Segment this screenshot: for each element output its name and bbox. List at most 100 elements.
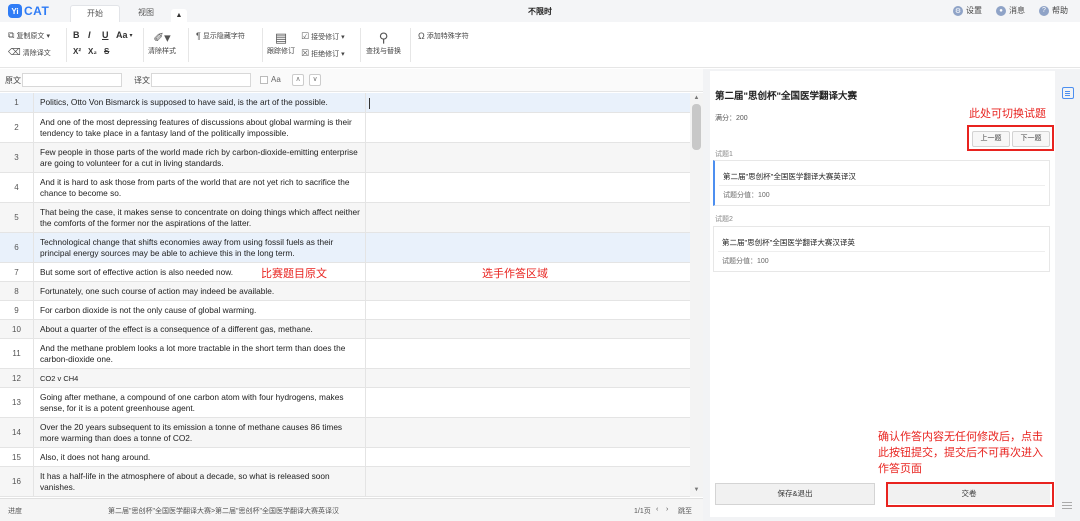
- chevron-down-icon: ▾: [341, 50, 345, 58]
- table-row[interactable]: 13 Going after methane, a compound of on…: [0, 388, 690, 418]
- subscript-button[interactable]: X₂: [88, 47, 97, 56]
- segment-number: 12: [0, 369, 34, 387]
- goto-page-link[interactable]: 跳至: [678, 506, 692, 516]
- help-link[interactable]: ? 帮助: [1039, 5, 1068, 16]
- segment-target-input[interactable]: [365, 388, 690, 417]
- omega-icon: Ω: [418, 31, 425, 41]
- segment-target-input[interactable]: [365, 320, 690, 338]
- logo-text: CAT: [24, 4, 50, 18]
- scroll-up-arrow[interactable]: ▲: [692, 94, 701, 103]
- find-replace-button[interactable]: ⚲ 查找与替换: [366, 30, 401, 56]
- segment-target-input[interactable]: [365, 203, 690, 232]
- status-bar: 进度 第二届"思创杯"全国医学翻译大赛>第二届"思创杯"全国医学翻译大赛英译汉 …: [0, 498, 703, 521]
- segment-target-input[interactable]: [365, 418, 690, 447]
- page-next-icon[interactable]: ›: [666, 506, 668, 513]
- question-card-1[interactable]: 第二届"思创杯"全国医学翻译大赛英译汉 试题分值：100: [713, 160, 1050, 206]
- segment-number: 6: [0, 233, 34, 262]
- segment-target-input[interactable]: [365, 282, 690, 300]
- table-row[interactable]: 10 About a quarter of the effect is a co…: [0, 320, 690, 339]
- messages-link[interactable]: ● 消息: [996, 5, 1025, 16]
- table-row[interactable]: 15 Also, it does not hang around.: [0, 448, 690, 467]
- divider: [360, 28, 361, 62]
- track-changes-button[interactable]: ▤ 跟踪修订: [267, 30, 295, 56]
- annotation-submit-note-1: 确认作答内容无任何修改后，点击: [878, 431, 1043, 443]
- accept-change-button[interactable]: ☑ 接受修订 ▾: [301, 31, 345, 42]
- segment-target-input[interactable]: [365, 233, 690, 262]
- copy-source-button[interactable]: ⧉ 复制原文 ▾: [8, 30, 50, 41]
- copy-icon: ⧉: [8, 30, 15, 40]
- question-score: 试题分值：100: [723, 192, 770, 199]
- menu-icon[interactable]: [1062, 502, 1072, 510]
- reject-change-button[interactable]: ☒ 拒绝修订 ▾: [301, 48, 345, 59]
- segment-source: Technological change that shifts economi…: [40, 236, 334, 258]
- segment-source: It has a half-life in the atmosphere of …: [40, 470, 330, 492]
- strikethrough-button[interactable]: S: [104, 47, 109, 56]
- copy-source-label: 复制原文: [16, 32, 45, 40]
- table-row[interactable]: 11 And the methane problem looks a lot m…: [0, 339, 690, 369]
- checkbox[interactable]: [260, 75, 268, 84]
- panel-toggle-icon[interactable]: [1062, 87, 1074, 99]
- question-title: 第二届"思创杯"全国医学翻译大赛英译汉: [723, 172, 856, 181]
- table-row[interactable]: 2 And one of the most depressing feature…: [0, 113, 690, 143]
- competition-title: 第二届"思创杯"全国医学翻译大赛: [715, 91, 858, 102]
- page-prev-icon[interactable]: ‹: [656, 506, 658, 513]
- show-hidden-label: 显示隐藏字符: [202, 33, 245, 40]
- table-row[interactable]: 12 CO2 v CH4: [0, 369, 690, 388]
- table-row[interactable]: 9 For carbon dioxide is not the only cau…: [0, 301, 690, 320]
- question-card-2[interactable]: 第二届"思创杯"全国医学翻译大赛汉译英 试题分值：100: [713, 226, 1050, 272]
- underline-button[interactable]: U: [102, 30, 109, 40]
- segment-source: About a quarter of the effect is a conse…: [40, 323, 313, 334]
- table-row[interactable]: 14 Over the 20 years subsequent to its e…: [0, 418, 690, 448]
- font-case-button[interactable]: Aa ▾: [116, 30, 133, 40]
- clear-translation-button[interactable]: ⌫ 清除译文: [8, 47, 51, 58]
- special-char-button[interactable]: Ω 添加特殊字符: [418, 31, 469, 41]
- segment-target-input[interactable]: [365, 448, 690, 466]
- table-row[interactable]: 7 But some sort of effective action is a…: [0, 263, 690, 282]
- segment-source: Politics, Otto Von Bismarck is supposed …: [40, 97, 328, 107]
- superscript-button[interactable]: X²: [73, 47, 81, 56]
- table-row[interactable]: 5 That being the case, it makes sense to…: [0, 203, 690, 233]
- scrollbar-thumb[interactable]: [692, 104, 701, 150]
- settings-link[interactable]: ⚙ 设置: [953, 5, 982, 16]
- target-filter-input[interactable]: [151, 73, 251, 87]
- next-match-button[interactable]: ∨: [309, 74, 321, 86]
- table-row[interactable]: 1 Politics, Otto Von Bismarck is suppose…: [0, 93, 690, 113]
- font-case-label: Aa: [116, 30, 128, 40]
- collapse-ribbon-button[interactable]: ▲: [171, 9, 187, 22]
- table-row[interactable]: 4 And it is hard to ask those from parts…: [0, 173, 690, 203]
- save-exit-button[interactable]: 保存&退出: [715, 483, 875, 505]
- segment-target-input[interactable]: [365, 369, 690, 387]
- bold-button[interactable]: B: [73, 30, 80, 40]
- segment-source: Over the 20 years subsequent to its emis…: [40, 421, 343, 443]
- segment-table: 1 Politics, Otto Von Bismarck is suppose…: [0, 93, 703, 497]
- segment-number: 1: [0, 93, 34, 112]
- segment-number: 16: [0, 467, 34, 496]
- segment-target-input[interactable]: [365, 467, 690, 496]
- table-row[interactable]: 3 Few people in those parts of the world…: [0, 143, 690, 173]
- show-hidden-chars-button[interactable]: ¶ 显示隐藏字符: [196, 31, 245, 41]
- segment-target-input[interactable]: [365, 339, 690, 368]
- annotation-source-area: 比赛题目原文: [261, 268, 327, 280]
- divider: [718, 251, 1045, 252]
- match-case-toggle[interactable]: Aa: [260, 75, 281, 84]
- table-row[interactable]: 6 Technological change that shifts econo…: [0, 233, 690, 263]
- tab-view[interactable]: 视图: [126, 5, 166, 22]
- italic-button[interactable]: I: [88, 30, 91, 40]
- accept-icon: ☑: [301, 31, 310, 41]
- segment-target-input[interactable]: [365, 113, 690, 142]
- source-filter-input[interactable]: [22, 73, 122, 87]
- scroll-down-arrow[interactable]: ▼: [692, 486, 701, 495]
- table-row[interactable]: 8 Fortunately, one such course of action…: [0, 282, 690, 301]
- prev-match-button[interactable]: ∧: [292, 74, 304, 86]
- tab-start[interactable]: 开始: [70, 5, 120, 22]
- segment-target-input[interactable]: [365, 143, 690, 172]
- segment-target-input[interactable]: [365, 173, 690, 202]
- segment-target-input[interactable]: [365, 301, 690, 319]
- table-row[interactable]: 16 It has a half-life in the atmosphere …: [0, 467, 690, 497]
- vertical-scrollbar[interactable]: [690, 93, 703, 497]
- segment-source: Also, it does not hang around.: [40, 451, 151, 462]
- segment-target-input[interactable]: [365, 93, 690, 112]
- divider: [188, 28, 189, 62]
- clear-format-button[interactable]: ✐▾ 清除样式: [148, 30, 176, 56]
- segment-number: 8: [0, 282, 34, 300]
